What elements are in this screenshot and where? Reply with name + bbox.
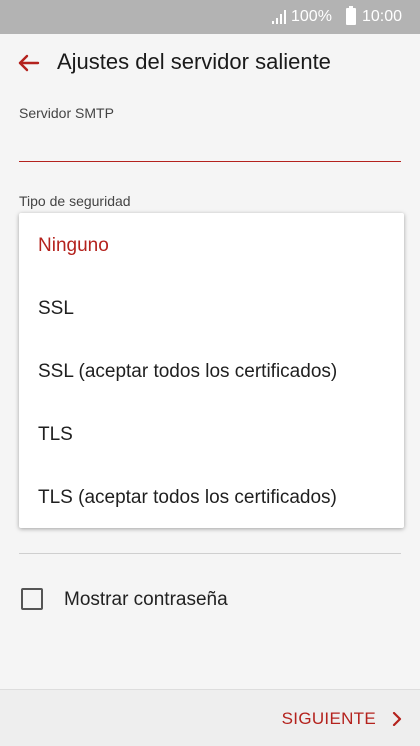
security-option-ssl[interactable]: SSL: [19, 277, 404, 340]
battery-percent: 100%: [291, 8, 332, 25]
security-type-label: Tipo de seguridad: [19, 193, 131, 209]
show-password-checkbox[interactable]: [21, 588, 43, 610]
status-clock: 10:00: [362, 8, 403, 25]
security-option-tls-accept-all[interactable]: TLS (aceptar todos los certificados): [19, 466, 404, 529]
security-option-ssl-accept-all[interactable]: SSL (aceptar todos los certificados): [19, 340, 404, 403]
smtp-server-input[interactable]: [19, 124, 401, 162]
chevron-right-icon: [392, 711, 402, 726]
next-button[interactable]: SIGUIENTE: [282, 690, 404, 746]
status-bar: 100% 10:00: [0, 0, 420, 34]
security-option-tls[interactable]: TLS: [19, 403, 404, 466]
security-type-dropdown: Ninguno SSL SSL (aceptar todos los certi…: [19, 213, 404, 528]
bottom-bar: SIGUIENTE: [0, 689, 420, 746]
smtp-server-label: Servidor SMTP: [19, 105, 114, 121]
show-password-label: Mostrar contraseña: [64, 589, 228, 610]
security-option-ninguno[interactable]: Ninguno: [19, 214, 404, 277]
back-arrow-icon[interactable]: [12, 46, 46, 80]
signal-icon: [272, 10, 286, 24]
page-title: Ajustes del servidor saliente: [57, 49, 331, 74]
app-bar: Ajustes del servidor saliente: [0, 34, 420, 92]
next-button-label: SIGUIENTE: [281, 708, 376, 728]
battery-icon: [346, 6, 356, 25]
divider: [19, 553, 401, 554]
